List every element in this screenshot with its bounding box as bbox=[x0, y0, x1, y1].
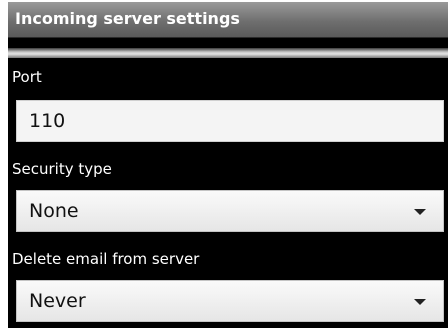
scroll-edge-divider bbox=[8, 48, 448, 58]
page-title: Incoming server settings bbox=[15, 9, 240, 28]
incoming-server-settings-screen: Incoming server settings Port 110 Securi… bbox=[8, 2, 448, 328]
port-field[interactable]: 110 bbox=[16, 100, 444, 142]
dropdown-triangle-icon bbox=[414, 209, 426, 215]
port-label: Port bbox=[12, 68, 42, 86]
security-type-dropdown[interactable]: None bbox=[16, 190, 444, 232]
delete-email-label: Delete email from server bbox=[12, 250, 200, 268]
security-type-label: Security type bbox=[12, 160, 112, 178]
delete-email-value: Never bbox=[29, 290, 86, 312]
delete-email-dropdown[interactable]: Never bbox=[16, 280, 444, 322]
dropdown-triangle-icon bbox=[414, 299, 426, 305]
port-value: 110 bbox=[29, 110, 66, 132]
security-type-value: None bbox=[29, 200, 79, 222]
title-bar: Incoming server settings bbox=[8, 2, 448, 38]
